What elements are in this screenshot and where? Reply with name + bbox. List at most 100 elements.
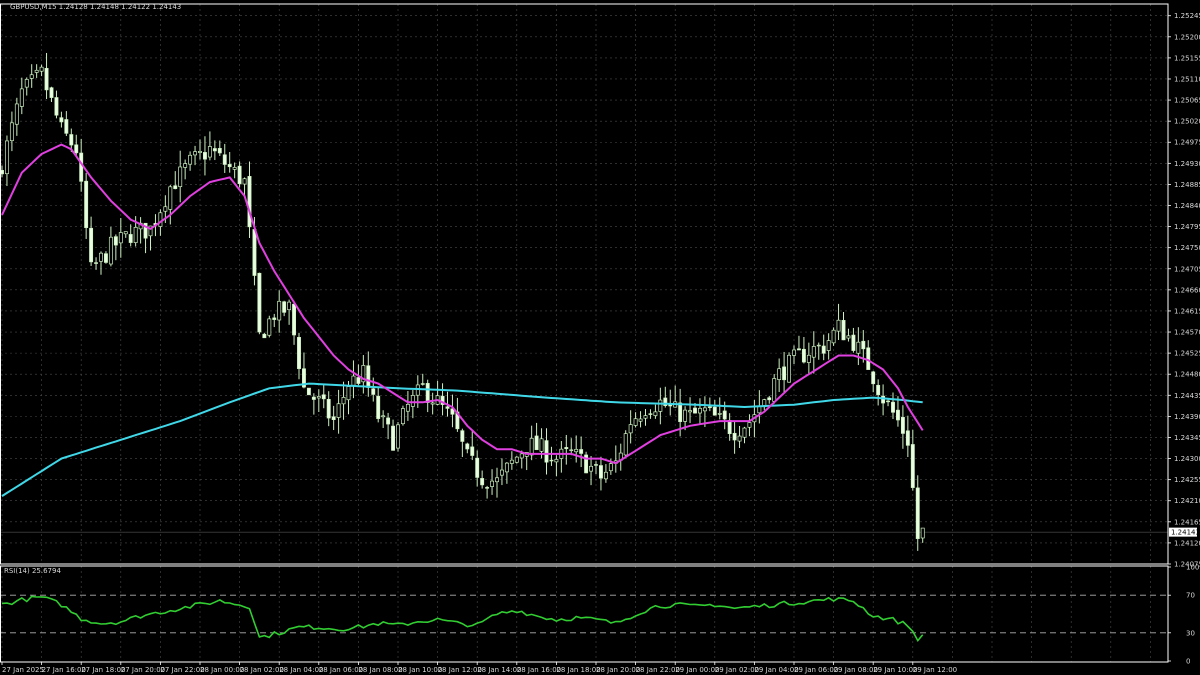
candle-body xyxy=(851,334,856,351)
candle-body xyxy=(579,449,584,454)
candle-body xyxy=(366,365,371,388)
candle-body xyxy=(856,341,861,354)
candle-body xyxy=(331,416,336,420)
candle-body xyxy=(128,234,133,243)
candle-body xyxy=(292,303,297,336)
price-tick-label: 1.24165 xyxy=(1174,518,1200,526)
candle-body xyxy=(103,253,108,263)
candle-body xyxy=(351,375,356,386)
time-tick-label: 28 Jan 10:00 xyxy=(398,666,442,674)
price-tick-label: 1.25245 xyxy=(1174,12,1200,20)
candle-body xyxy=(183,163,188,168)
candle-body xyxy=(915,487,920,539)
candle-body xyxy=(658,399,663,412)
time-tick-label: 27 Jan 2025 xyxy=(2,666,44,674)
price-chart[interactable]: 1.25245 1.25200 1.25155 1.25110 1.25065 1.250… xyxy=(0,0,1200,675)
candle-body xyxy=(430,402,435,405)
price-tick-label: 1.24750 xyxy=(1174,244,1200,252)
candle-body xyxy=(64,119,69,134)
candle-body xyxy=(178,166,183,188)
price-tick-label: 1.24435 xyxy=(1174,392,1200,400)
candle-body xyxy=(9,122,14,142)
time-tick-label: 29 Jan 00:00 xyxy=(675,666,719,674)
candle-body xyxy=(24,79,29,88)
price-tick-label: 1.24120 xyxy=(1174,539,1200,547)
candle-body xyxy=(252,229,257,276)
candle-body xyxy=(886,400,891,403)
candle-body xyxy=(782,366,787,381)
candle-body xyxy=(410,395,415,407)
candle-body xyxy=(900,416,905,434)
time-tick-label: 28 Jan 00:00 xyxy=(200,666,244,674)
candle-body xyxy=(643,415,648,419)
candle-body xyxy=(282,301,287,313)
time-tick-label: 28 Jan 18:00 xyxy=(556,666,600,674)
candle-body xyxy=(203,152,207,160)
candle-body xyxy=(514,456,519,463)
price-tick-label: 1.24255 xyxy=(1174,476,1200,484)
candle-body xyxy=(84,180,89,229)
candle-body xyxy=(257,272,262,333)
candle-body xyxy=(376,395,381,419)
candle-body xyxy=(163,206,168,212)
price-tick-label: 1.24480 xyxy=(1174,371,1200,379)
price-tick-label: 1.24210 xyxy=(1174,497,1200,505)
time-tick-label: 28 Jan 02:00 xyxy=(240,666,284,674)
candle-body xyxy=(920,527,925,539)
candle-body xyxy=(534,435,539,451)
candle-body xyxy=(777,368,782,380)
candle-body xyxy=(485,487,490,489)
candle-body xyxy=(589,465,594,472)
candle-body xyxy=(99,252,103,262)
candle-body xyxy=(4,140,9,175)
candle-body xyxy=(504,462,509,473)
candle-body xyxy=(495,477,499,483)
candle-body xyxy=(480,478,485,486)
candle-body xyxy=(683,409,688,422)
candle-body xyxy=(905,430,910,446)
candle-body xyxy=(846,335,851,339)
candle-body xyxy=(272,317,277,320)
candle-body xyxy=(554,459,559,463)
candle-body xyxy=(529,437,534,456)
candle-body xyxy=(841,319,846,341)
candle-body xyxy=(420,383,425,385)
price-tick-label: 1.24885 xyxy=(1174,181,1200,189)
candle-body xyxy=(44,67,49,91)
candle-body xyxy=(321,394,326,400)
candle-body xyxy=(277,300,282,321)
candle-body xyxy=(796,348,801,351)
time-tick-label: 28 Jan 22:00 xyxy=(636,666,680,674)
candle-body xyxy=(638,418,643,422)
price-tick-label: 1.24525 xyxy=(1174,350,1200,358)
candle-body xyxy=(594,464,598,466)
candle-body xyxy=(688,410,693,413)
candle-body xyxy=(539,438,544,452)
candle-body xyxy=(74,144,79,154)
candle-body xyxy=(89,227,94,263)
candle-body xyxy=(207,146,212,158)
candle-body xyxy=(598,465,603,479)
candle-body xyxy=(341,397,346,405)
candle-body xyxy=(717,413,722,415)
price-tick-label: 1.25155 xyxy=(1174,54,1200,62)
candle-body xyxy=(861,340,866,350)
price-tick-label: 1.24300 xyxy=(1174,455,1200,463)
candle-body xyxy=(697,407,702,414)
candle-body xyxy=(787,354,792,383)
candle-body xyxy=(396,424,400,449)
time-tick-label: 28 Jan 06:00 xyxy=(319,666,363,674)
price-tick-label: 1.24390 xyxy=(1174,413,1200,421)
time-tick-label: 29 Jan 04:00 xyxy=(754,666,798,674)
candle-body xyxy=(678,402,683,422)
candle-body xyxy=(653,411,658,416)
price-tick-label: 1.25020 xyxy=(1174,118,1200,126)
candle-body xyxy=(732,432,737,441)
candle-body xyxy=(212,148,217,152)
candle-body xyxy=(603,471,608,480)
candle-body xyxy=(123,231,128,235)
candle-body xyxy=(881,395,886,404)
candle-body xyxy=(693,407,697,414)
time-tick-label: 27 Jan 20:00 xyxy=(121,666,165,674)
candle-body xyxy=(891,401,895,413)
